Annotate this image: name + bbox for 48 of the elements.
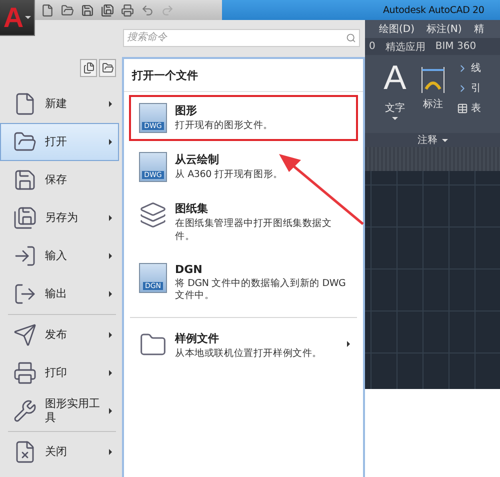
open-option[interactable]: 图纸集 在图纸集管理器中打开图纸集数据文件。 <box>129 193 358 252</box>
menu-bar-item[interactable]: 绘图(D) <box>379 22 415 36</box>
menu-item[interactable]: 输出 <box>0 275 119 313</box>
wrench-icon <box>13 399 37 423</box>
save-icon <box>13 168 37 192</box>
dimension-tool-button[interactable]: 标注 <box>417 61 449 133</box>
menu-item[interactable]: 另存为 <box>0 199 119 237</box>
dimension-icon <box>420 65 446 95</box>
menu-item[interactable]: 图形实用工具 <box>0 392 119 430</box>
ribbon-tab[interactable]: 精选应用 <box>385 40 426 54</box>
ribbon-small-tool[interactable]: 线 <box>457 61 481 75</box>
menu-item[interactable]: 新建 <box>0 85 119 123</box>
new-file-icon[interactable] <box>41 4 54 16</box>
menu-item[interactable]: 关闭 <box>0 433 119 471</box>
undo-icon[interactable] <box>141 4 154 16</box>
layers-icon <box>139 201 167 229</box>
save-all-icon <box>13 206 37 230</box>
folder-icon <box>102 62 114 74</box>
panel-title-button[interactable]: 注释 <box>365 133 500 147</box>
save-icon[interactable] <box>81 4 94 16</box>
login-icon <box>13 244 37 268</box>
ribbon-tab[interactable]: BIM 360 <box>435 41 476 52</box>
menu-item[interactable]: 保存 <box>0 161 119 199</box>
open-documents-button[interactable] <box>99 59 116 77</box>
files-icon <box>82 62 94 74</box>
search-field[interactable]: 搜索命令 <box>123 28 360 46</box>
menu-item[interactable]: 输入 <box>0 237 119 275</box>
text-tool-button[interactable]: A 文字 <box>379 61 411 133</box>
open-icon[interactable] <box>61 4 74 16</box>
printer-icon[interactable] <box>121 4 134 16</box>
save-all-icon[interactable] <box>101 4 114 16</box>
open-option[interactable]: 样例文件 从本地或联机位置打开样例文件。 <box>129 323 358 370</box>
ribbon-small-tool[interactable]: 引 <box>457 81 481 95</box>
menu-item[interactable]: 发布 <box>0 316 119 354</box>
menu-item[interactable]: 打开 <box>0 123 119 161</box>
menu-bar-item[interactable]: 标注(N) <box>426 22 462 36</box>
ribbon-small-tool[interactable]: 表 <box>457 101 481 115</box>
window-title: Autodesk AutoCAD 20 <box>383 4 484 16</box>
logout-icon <box>13 282 37 306</box>
menu-item[interactable]: 打印 <box>0 354 119 392</box>
panel-title: 打开一个文件 <box>124 59 363 92</box>
recent-documents-button[interactable] <box>80 59 97 77</box>
send-icon <box>13 323 37 347</box>
menu-bar-item[interactable]: 精 <box>474 22 484 36</box>
table-icon <box>457 102 468 114</box>
search-icon[interactable] <box>346 32 356 42</box>
printer-icon <box>13 361 37 385</box>
ribbon-tab[interactable]: 0 <box>369 41 376 52</box>
